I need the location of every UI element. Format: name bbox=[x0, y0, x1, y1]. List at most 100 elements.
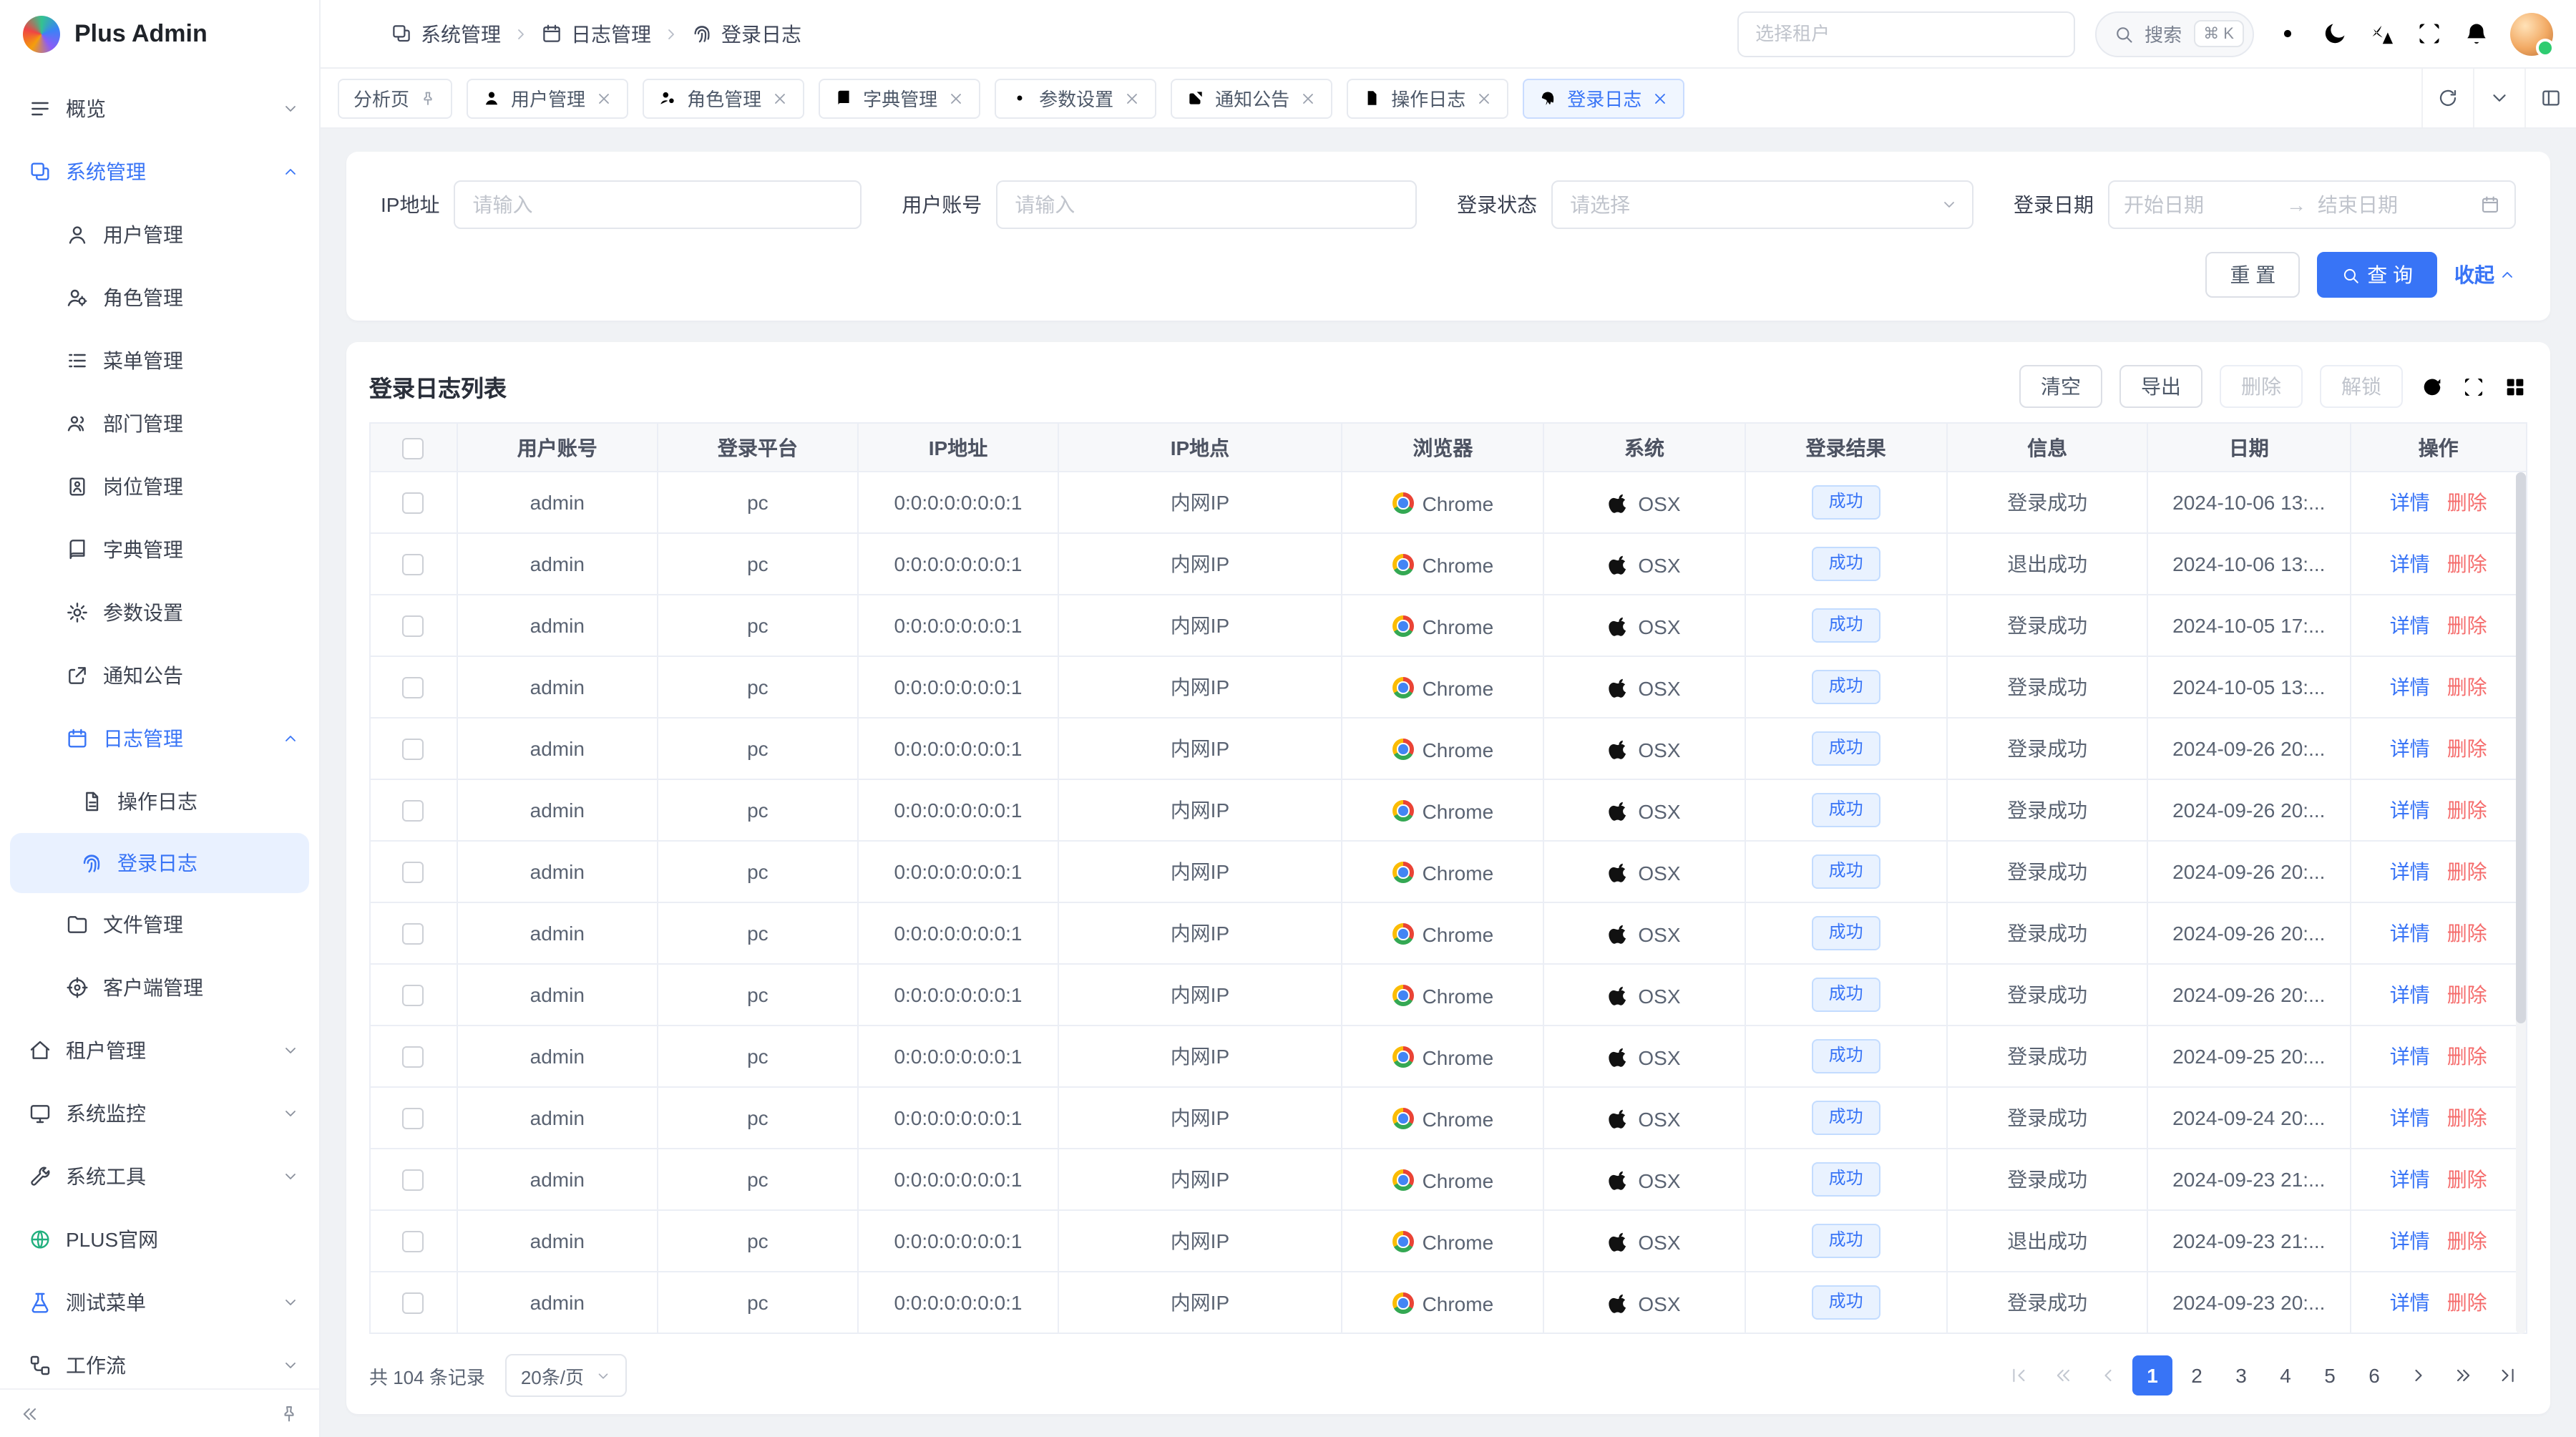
delete-link[interactable]: 删除 bbox=[2447, 491, 2487, 514]
delete-link[interactable]: 删除 bbox=[2447, 922, 2487, 945]
clear-button[interactable]: 清空 bbox=[2019, 365, 2102, 408]
row-checkbox[interactable] bbox=[403, 1170, 424, 1192]
next-page-button[interactable] bbox=[2399, 1355, 2439, 1395]
row-checkbox[interactable] bbox=[403, 985, 424, 1007]
export-button[interactable]: 导出 bbox=[2119, 365, 2202, 408]
page-number-1[interactable]: 1 bbox=[2132, 1355, 2172, 1395]
close-icon[interactable] bbox=[1123, 89, 1141, 107]
ip-input[interactable] bbox=[454, 180, 862, 229]
dark-mode-moon-icon[interactable] bbox=[2321, 20, 2348, 47]
hamburger-menu-icon[interactable] bbox=[343, 20, 371, 47]
refresh-tab-button[interactable] bbox=[2421, 69, 2473, 127]
delete-link[interactable]: 删除 bbox=[2447, 1291, 2487, 1314]
fullscreen-icon[interactable] bbox=[2416, 20, 2443, 47]
detail-link[interactable]: 详情 bbox=[2390, 676, 2430, 698]
delete-link[interactable]: 删除 bbox=[2447, 676, 2487, 698]
user-avatar[interactable] bbox=[2510, 12, 2553, 55]
collapse-sidebar-icon[interactable] bbox=[20, 1403, 40, 1423]
tab-role-mgmt[interactable]: 角色管理 bbox=[643, 78, 804, 118]
row-checkbox[interactable] bbox=[403, 924, 424, 945]
tab-login-log[interactable]: 登录日志 bbox=[1523, 78, 1684, 118]
sidebar-item-system-monitor[interactable]: 系统监控 bbox=[0, 1082, 319, 1145]
sidebar-item-system-tools[interactable]: 系统工具 bbox=[0, 1145, 319, 1208]
tab-dict-mgmt[interactable]: 字典管理 bbox=[819, 78, 980, 118]
delete-link[interactable]: 删除 bbox=[2447, 983, 2487, 1006]
sidebar-item-overview[interactable]: 概览 bbox=[0, 77, 319, 140]
jump-forward-button[interactable] bbox=[2443, 1355, 2483, 1395]
detail-link[interactable]: 详情 bbox=[2390, 1229, 2430, 1252]
detail-link[interactable]: 详情 bbox=[2390, 1168, 2430, 1191]
query-button[interactable]: 查 询 bbox=[2317, 252, 2437, 298]
page-number-4[interactable]: 4 bbox=[2265, 1355, 2306, 1395]
row-checkbox[interactable] bbox=[403, 862, 424, 884]
delete-link[interactable]: 删除 bbox=[2447, 1168, 2487, 1191]
refresh-icon[interactable] bbox=[2420, 374, 2444, 399]
delete-link[interactable]: 删除 bbox=[2447, 799, 2487, 822]
scrollbar-thumb[interactable] bbox=[2516, 472, 2526, 1024]
fullscreen-icon[interactable] bbox=[2462, 374, 2486, 399]
notification-bell-icon[interactable] bbox=[2463, 20, 2490, 47]
sidebar-item-menu-mgmt[interactable]: 菜单管理 bbox=[0, 329, 319, 392]
breadcrumb-system-mgmt[interactable]: 系统管理 bbox=[391, 19, 501, 48]
row-checkbox[interactable] bbox=[403, 801, 424, 822]
sidebar-item-dict-mgmt[interactable]: 字典管理 bbox=[0, 518, 319, 581]
close-icon[interactable] bbox=[771, 89, 789, 107]
tab-user-mgmt[interactable]: 用户管理 bbox=[467, 78, 628, 118]
row-checkbox[interactable] bbox=[403, 678, 424, 699]
breadcrumb-login-log[interactable]: 登录日志 bbox=[691, 19, 801, 48]
column-settings-grid-icon[interactable] bbox=[2503, 374, 2527, 399]
sidebar-item-role-mgmt[interactable]: 角色管理 bbox=[0, 266, 319, 329]
close-icon[interactable] bbox=[947, 89, 965, 107]
login-status-select[interactable]: 请选择 bbox=[1551, 180, 1974, 229]
close-icon[interactable] bbox=[1299, 89, 1317, 107]
pin-icon[interactable] bbox=[419, 89, 436, 107]
tab-param-settings[interactable]: 参数设置 bbox=[995, 78, 1156, 118]
page-number-5[interactable]: 5 bbox=[2310, 1355, 2350, 1395]
page-number-3[interactable]: 3 bbox=[2221, 1355, 2261, 1395]
detail-link[interactable]: 详情 bbox=[2390, 614, 2430, 637]
table-scrollbar[interactable] bbox=[2516, 472, 2526, 1334]
page-number-2[interactable]: 2 bbox=[2177, 1355, 2217, 1395]
tenant-select-input[interactable] bbox=[1737, 11, 2074, 57]
page-number-6[interactable]: 6 bbox=[2354, 1355, 2394, 1395]
delete-link[interactable]: 删除 bbox=[2447, 614, 2487, 637]
sidebar-item-workflow[interactable]: 工作流 bbox=[0, 1334, 319, 1388]
detail-link[interactable]: 详情 bbox=[2390, 737, 2430, 760]
delete-link[interactable]: 删除 bbox=[2447, 1106, 2487, 1129]
collapse-filter-link[interactable]: 收起 bbox=[2454, 260, 2516, 289]
login-date-range[interactable]: 开始日期 → 结束日期 bbox=[2108, 180, 2516, 229]
sidebar-item-test-menu[interactable]: 测试菜单 bbox=[0, 1271, 319, 1334]
tab-analysis[interactable]: 分析页 bbox=[338, 78, 452, 118]
select-all-checkbox[interactable] bbox=[403, 438, 424, 459]
row-checkbox[interactable] bbox=[403, 555, 424, 576]
jump-back-button[interactable] bbox=[2044, 1355, 2084, 1395]
detail-link[interactable]: 详情 bbox=[2390, 1291, 2430, 1314]
sidebar-item-operation-log[interactable]: 操作日志 bbox=[0, 770, 319, 833]
delete-button[interactable]: 删除 bbox=[2220, 365, 2303, 408]
account-input[interactable] bbox=[996, 180, 1417, 229]
close-icon[interactable] bbox=[1475, 89, 1493, 107]
row-checkbox[interactable] bbox=[403, 493, 424, 515]
row-checkbox[interactable] bbox=[403, 1047, 424, 1068]
reset-button[interactable]: 重 置 bbox=[2205, 252, 2300, 298]
sidebar-item-tenant-mgmt[interactable]: 租户管理 bbox=[0, 1019, 319, 1082]
settings-gear-icon[interactable] bbox=[2274, 20, 2301, 47]
sidebar-item-dept-mgmt[interactable]: 部门管理 bbox=[0, 392, 319, 455]
close-icon[interactable] bbox=[1652, 89, 1669, 107]
tab-operation-log[interactable]: 操作日志 bbox=[1347, 78, 1508, 118]
row-checkbox[interactable] bbox=[403, 616, 424, 638]
close-icon[interactable] bbox=[595, 89, 613, 107]
tab-notice[interactable]: 通知公告 bbox=[1171, 78, 1332, 118]
detail-link[interactable]: 详情 bbox=[2390, 922, 2430, 945]
detail-link[interactable]: 详情 bbox=[2390, 491, 2430, 514]
row-checkbox[interactable] bbox=[403, 739, 424, 761]
translate-icon[interactable] bbox=[2368, 20, 2396, 47]
unlock-button[interactable]: 解锁 bbox=[2320, 365, 2403, 408]
delete-link[interactable]: 删除 bbox=[2447, 737, 2487, 760]
delete-link[interactable]: 删除 bbox=[2447, 552, 2487, 575]
row-checkbox[interactable] bbox=[403, 1232, 424, 1253]
prev-page-button[interactable] bbox=[2088, 1355, 2128, 1395]
sidebar-item-plus-site[interactable]: PLUS官网 bbox=[0, 1208, 319, 1271]
sidebar-item-client-mgmt[interactable]: 客户端管理 bbox=[0, 956, 319, 1019]
sidebar-item-system-mgmt[interactable]: 系统管理 bbox=[0, 140, 319, 203]
